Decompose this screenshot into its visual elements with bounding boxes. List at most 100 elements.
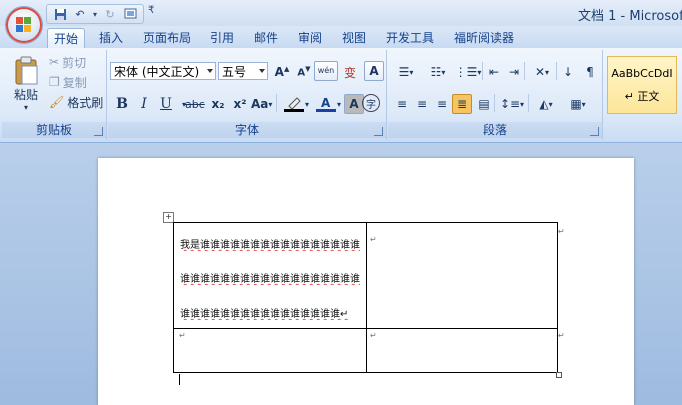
font-color-button[interactable]: A ▾ — [312, 94, 344, 114]
bullets-button[interactable]: ☰ ▾ — [390, 62, 422, 82]
chevron-down-icon: ▾ — [409, 67, 414, 77]
copy-button[interactable]: ❐ 复制 — [48, 72, 88, 92]
clear-format-label: wén — [317, 66, 335, 75]
font-name-combo[interactable]: 宋体 (中文正文) — [110, 62, 216, 80]
office-button[interactable] — [5, 6, 43, 44]
tab-home[interactable]: 开始 — [47, 28, 86, 49]
paragraph-group: ☰ ▾ ☷ ▾ ⋮☰ ▾ ⇤ ⇥ ✕ ▾ ↓ ¶ ≡ ≡ ≡ ≣ ▤ ↕≡ ▾ ◭ ▾ ▦ ▾… — [388, 50, 603, 140]
paint-bucket-icon: ◭ — [539, 97, 549, 111]
show-marks-button[interactable]: ¶ — [580, 62, 600, 82]
end-of-row-mark: ↵ — [558, 227, 565, 236]
superscript-button[interactable]: x² — [230, 94, 250, 114]
style-normal[interactable]: AaBbCcDdI ↵ 正文 — [607, 56, 677, 114]
font-name-value: 宋体 (中文正文) — [114, 64, 200, 79]
redo-icon[interactable]: ↻ — [101, 6, 119, 22]
chevron-down-icon: ▾ — [441, 67, 446, 77]
table-resize-handle[interactable] — [556, 372, 562, 378]
change-case-button[interactable]: Aa ▾ — [250, 94, 273, 114]
border-icon: ▦ — [570, 97, 582, 111]
decrease-indent-button[interactable]: ⇤ — [484, 62, 504, 82]
styles-group: AaBbCcDdI ↵ 正文 — [604, 50, 682, 140]
separator — [494, 94, 495, 112]
cut-label: 剪切 — [62, 55, 87, 70]
font-color-icon: A — [315, 96, 336, 112]
cell-text-line[interactable]: 谁谁谁谁谁谁谁谁谁谁谁谁谁谁谁谁谁谁 — [180, 270, 362, 285]
font-group: 宋体 (中文正文) 五号 A▲ A▼ wén 变 A B I U ▾ abc x… — [108, 50, 387, 140]
subscript-button[interactable]: x₂ — [208, 94, 228, 114]
end-of-row-mark: ↵ — [558, 331, 565, 340]
character-shading-button[interactable]: A — [344, 94, 364, 114]
font-dialog-launcher[interactable] — [374, 127, 383, 136]
justify-button[interactable]: ≣ — [452, 94, 472, 114]
document-table[interactable]: 我是谁谁谁谁谁谁谁谁谁谁谁谁谁谁谁谁 谁谁谁谁谁谁谁谁谁谁谁谁谁谁谁谁谁谁 谁谁… — [173, 222, 565, 373]
align-center-button[interactable]: ≡ — [412, 94, 432, 114]
cell-text-line[interactable]: 谁谁谁谁谁谁谁谁谁谁谁谁谁谁谁谁↵ — [180, 305, 362, 320]
enclose-characters-button[interactable]: 字 — [362, 94, 380, 112]
underline-button[interactable]: U — [156, 94, 176, 114]
tab-view[interactable]: 视图 — [336, 28, 372, 48]
change-case-label: Aa — [251, 97, 269, 111]
format-painter-label: 格式刷 — [67, 95, 104, 110]
chevron-down-icon[interactable]: ▾ — [91, 6, 99, 22]
tab-page-layout[interactable]: 页面布局 — [137, 28, 197, 48]
increase-indent-button[interactable]: ⇥ — [504, 62, 524, 82]
italic-button[interactable]: I — [134, 94, 154, 114]
text-cursor — [179, 374, 180, 385]
cell-text-line[interactable]: 我是谁谁谁谁谁谁谁谁谁谁谁谁谁谁谁谁 — [180, 236, 362, 251]
indent-icon: ⇥ — [508, 65, 520, 79]
grow-font-button[interactable]: A▲ — [272, 62, 292, 82]
scissors-icon: ✂ — [49, 55, 60, 69]
tab-mailings[interactable]: 邮件 — [248, 28, 284, 48]
distributed-icon: ▤ — [478, 97, 490, 111]
align-center-icon: ≡ — [416, 97, 428, 111]
customize-qat-icon[interactable]: ₹ — [148, 5, 154, 16]
strikethrough-button[interactable]: abc — [184, 94, 206, 114]
borders-button[interactable]: ▦ ▾ — [562, 94, 594, 114]
table-column-border — [366, 223, 367, 372]
chevron-down-icon: ▾ — [477, 67, 482, 77]
pilcrow-icon: ¶ — [586, 65, 594, 79]
paste-button[interactable]: 粘贴 ▾ — [6, 52, 46, 116]
paste-icon — [15, 56, 38, 85]
tab-foxit-reader[interactable]: 福昕阅读器 — [448, 28, 520, 48]
paragraph-dialog-launcher[interactable] — [590, 127, 599, 136]
chinese-layout-button[interactable]: ✕ ▾ — [526, 62, 558, 82]
character-border-button[interactable]: A — [364, 61, 384, 81]
tab-review[interactable]: 审阅 — [292, 28, 328, 48]
clear-format-button[interactable]: wén — [314, 61, 338, 81]
numbering-button[interactable]: ☷ ▾ — [422, 62, 454, 82]
align-right-button[interactable]: ≡ — [432, 94, 452, 114]
shrink-font-button[interactable]: A▼ — [294, 62, 314, 82]
tab-insert[interactable]: 插入 — [93, 28, 129, 48]
end-of-cell-mark: ↵ — [370, 235, 377, 244]
format-painter-button[interactable]: 🖌 格式刷 — [48, 92, 104, 112]
chevron-down-icon: ▾ — [336, 99, 341, 109]
undo-icon[interactable]: ↶ — [71, 6, 89, 22]
separator — [276, 94, 277, 112]
align-left-button[interactable]: ≡ — [392, 94, 412, 114]
multilevel-list-button[interactable]: ⋮☰ ▾ — [452, 62, 484, 82]
cut-button[interactable]: ✂ 剪切 — [48, 52, 87, 72]
align-left-icon: ≡ — [396, 97, 408, 111]
font-size-combo[interactable]: 五号 — [218, 62, 268, 80]
shading-button[interactable]: ◭ ▾ — [530, 94, 562, 114]
table-row-border — [174, 328, 557, 329]
chevron-down-icon: ▾ — [268, 99, 273, 109]
distributed-button[interactable]: ▤ — [474, 94, 494, 114]
tab-references[interactable]: 引用 — [204, 28, 240, 48]
chevron-down-icon — [207, 69, 213, 73]
clipboard-dialog-launcher[interactable] — [94, 127, 103, 136]
phonetic-guide-button[interactable]: 变 — [340, 62, 360, 82]
grow-font-icon: A▲ — [274, 65, 290, 79]
print-preview-icon[interactable] — [121, 6, 139, 22]
style-name: ↵ 正文 — [624, 89, 660, 103]
sort-button[interactable]: ↓ — [558, 62, 578, 82]
chevron-down-icon: ▾ — [304, 99, 309, 109]
line-spacing-button[interactable]: ↕≡ ▾ — [496, 94, 528, 114]
highlight-color-button[interactable]: ▾ — [280, 94, 312, 114]
tab-developer[interactable]: 开发工具 — [380, 28, 440, 48]
end-of-cell-mark: ↵ — [179, 331, 186, 340]
bold-button[interactable]: B — [112, 94, 132, 114]
copy-label: 复制 — [62, 75, 87, 90]
save-icon[interactable] — [51, 6, 69, 22]
